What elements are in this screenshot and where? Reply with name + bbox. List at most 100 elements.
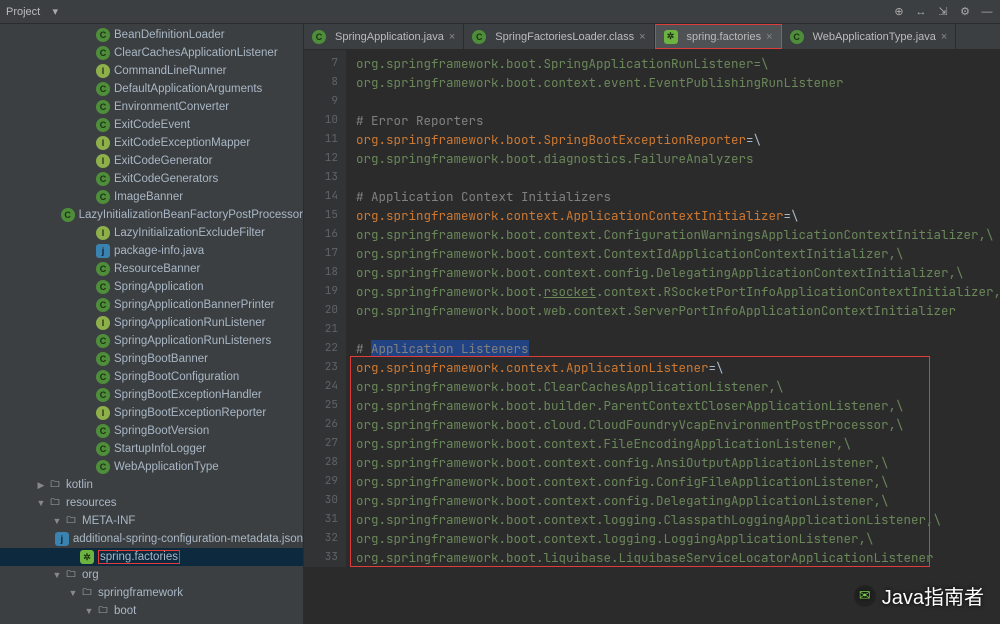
tree-item-label: ExitCodeGenerator	[114, 155, 212, 167]
tree-item-label: DefaultApplicationArguments	[114, 83, 262, 95]
code-line[interactable]: org.springframework.boot.cloud.CloudFoun…	[356, 415, 1000, 434]
tree-item[interactable]: CSpringApplicationBannerPrinter	[0, 296, 303, 314]
tree-item[interactable]: CEnvironmentConverter	[0, 98, 303, 116]
close-icon[interactable]: ×	[941, 31, 947, 43]
hide-icon[interactable]: —	[980, 5, 994, 19]
tree-item[interactable]: ILazyInitializationExcludeFilter	[0, 224, 303, 242]
tree-item[interactable]: CSpringBootVersion	[0, 422, 303, 440]
code-line[interactable]: org.springframework.boot.rsocket.context…	[356, 282, 1000, 301]
tree-item[interactable]: ▼🗀org	[0, 566, 303, 584]
tree-item-label: org	[82, 569, 99, 581]
code-line[interactable]: org.springframework.boot.liquibase.Liqui…	[356, 548, 1000, 567]
code-line[interactable]: # Application Listeners	[356, 339, 1000, 358]
code-line[interactable]: # Error Reporters	[356, 111, 1000, 130]
tree-item[interactable]: CBeanDefinitionLoader	[0, 26, 303, 44]
tree-item[interactable]: CExitCodeGenerators	[0, 170, 303, 188]
tree-item-label: META-INF	[82, 515, 135, 527]
tree-item-label: StartupInfoLogger	[114, 443, 206, 455]
watermark-text: Java指南者	[882, 581, 984, 610]
editor-tab[interactable]: CSpringApplication.java×	[304, 24, 464, 49]
code-line[interactable]: # Application Context Initializers	[356, 187, 1000, 206]
editor-tab[interactable]: ✲spring.factories×	[655, 24, 782, 49]
tree-item[interactable]: CClearCachesApplicationListener	[0, 44, 303, 62]
editor-tab[interactable]: CSpringFactoriesLoader.class×	[464, 24, 654, 49]
tree-item-label: LazyInitializationExcludeFilter	[114, 227, 265, 239]
tree-item[interactable]: ISpringApplicationRunListener	[0, 314, 303, 332]
gear-icon[interactable]: ⚙	[958, 5, 972, 19]
tree-item[interactable]: ▶🗀context	[0, 620, 303, 624]
tree-item[interactable]: CSpringApplicationRunListeners	[0, 332, 303, 350]
code-editor[interactable]: 7891011121314151617181920212223242526272…	[304, 50, 1000, 624]
tree-item[interactable]: ✲spring.factories	[0, 548, 303, 566]
tree-item[interactable]: CSpringApplication	[0, 278, 303, 296]
editor-tab[interactable]: CWebApplicationType.java×	[782, 24, 957, 49]
tree-item[interactable]: ISpringBootExceptionReporter	[0, 404, 303, 422]
tree-item[interactable]: ▼🗀springframework	[0, 584, 303, 602]
tree-item-label: ResourceBanner	[114, 263, 200, 275]
code-line[interactable]: org.springframework.boot.ClearCachesAppl…	[356, 377, 1000, 396]
tree-item-label: SpringBootBanner	[114, 353, 208, 365]
code-line[interactable]: org.springframework.boot.web.context.Ser…	[356, 301, 1000, 320]
tree-item[interactable]: CSpringBootBanner	[0, 350, 303, 368]
tree-item-label: resources	[66, 497, 117, 509]
tree-item-label: ClearCachesApplicationListener	[114, 47, 278, 59]
expand-icon[interactable]: ↔	[914, 5, 928, 19]
code-line[interactable]: org.springframework.boot.context.config.…	[356, 491, 1000, 510]
watermark: ✉ Java指南者	[854, 581, 984, 610]
code-line[interactable]: org.springframework.boot.context.config.…	[356, 472, 1000, 491]
tree-item[interactable]: CExitCodeEvent	[0, 116, 303, 134]
tree-item[interactable]: ICommandLineRunner	[0, 62, 303, 80]
editor-tabs: CSpringApplication.java×CSpringFactories…	[304, 24, 1000, 50]
tab-label: SpringApplication.java	[335, 31, 444, 43]
code-line[interactable]: org.springframework.boot.builder.ParentC…	[356, 396, 1000, 415]
tree-item[interactable]: jpackage-info.java	[0, 242, 303, 260]
chevron-down-icon[interactable]: ▾	[48, 5, 62, 19]
code-line[interactable]: org.springframework.boot.context.logging…	[356, 510, 1000, 529]
tree-item-label: EnvironmentConverter	[114, 101, 229, 113]
tree-item[interactable]: ▼🗀META-INF	[0, 512, 303, 530]
code-line[interactable]: org.springframework.boot.context.config.…	[356, 453, 1000, 472]
code-line[interactable]: org.springframework.boot.context.FileEnc…	[356, 434, 1000, 453]
tree-item[interactable]: jadditional-spring-configuration-metadat…	[0, 530, 303, 548]
code-line[interactable]	[356, 92, 1000, 111]
tree-item[interactable]: CImageBanner	[0, 188, 303, 206]
code-line[interactable]: org.springframework.boot.diagnostics.Fai…	[356, 149, 1000, 168]
tree-item[interactable]: ▶🗀kotlin	[0, 476, 303, 494]
tree-item-label: SpringApplicationRunListeners	[114, 335, 271, 347]
tree-item[interactable]: CResourceBanner	[0, 260, 303, 278]
tree-item-label: ExitCodeGenerators	[114, 173, 218, 185]
code-line[interactable]	[356, 320, 1000, 339]
code-line[interactable]: org.springframework.boot.context.event.E…	[356, 73, 1000, 92]
tree-item-label: ExitCodeExceptionMapper	[114, 137, 250, 149]
code-line[interactable]: org.springframework.context.ApplicationL…	[356, 358, 1000, 377]
tree-item[interactable]: CSpringBootExceptionHandler	[0, 386, 303, 404]
code-line[interactable]: org.springframework.boot.SpringBootExcep…	[356, 130, 1000, 149]
tree-item-label: ImageBanner	[114, 191, 183, 203]
tree-item-label: SpringBootExceptionReporter	[114, 407, 266, 419]
tab-label: spring.factories	[687, 31, 762, 43]
close-icon[interactable]: ×	[766, 31, 772, 43]
tree-item-label: spring.factories	[98, 551, 180, 563]
tree-item[interactable]: CWebApplicationType	[0, 458, 303, 476]
code-line[interactable]: org.springframework.boot.context.Context…	[356, 244, 1000, 263]
code-line[interactable]: org.springframework.context.ApplicationC…	[356, 206, 1000, 225]
tree-item[interactable]: ▼🗀resources	[0, 494, 303, 512]
close-icon[interactable]: ×	[449, 31, 455, 43]
collapse-icon[interactable]: ⇲	[936, 5, 950, 19]
tree-item[interactable]: CDefaultApplicationArguments	[0, 80, 303, 98]
tree-item[interactable]: IExitCodeExceptionMapper	[0, 134, 303, 152]
code-line[interactable]: org.springframework.boot.SpringApplicati…	[356, 54, 1000, 73]
tree-item-label: ExitCodeEvent	[114, 119, 190, 131]
tree-item[interactable]: CSpringBootConfiguration	[0, 368, 303, 386]
target-icon[interactable]: ⊕	[892, 5, 906, 19]
code-line[interactable]	[356, 168, 1000, 187]
close-icon[interactable]: ×	[639, 31, 645, 43]
code-line[interactable]: org.springframework.boot.context.config.…	[356, 263, 1000, 282]
tree-item[interactable]: CStartupInfoLogger	[0, 440, 303, 458]
tree-item[interactable]: ▼🗀boot	[0, 602, 303, 620]
code-line[interactable]: org.springframework.boot.context.logging…	[356, 529, 1000, 548]
code-line[interactable]: org.springframework.boot.context.Configu…	[356, 225, 1000, 244]
tree-item[interactable]: IExitCodeGenerator	[0, 152, 303, 170]
editor-area: CSpringApplication.java×CSpringFactories…	[304, 24, 1000, 624]
tree-item[interactable]: CLazyInitializationBeanFactoryPostProces…	[0, 206, 303, 224]
